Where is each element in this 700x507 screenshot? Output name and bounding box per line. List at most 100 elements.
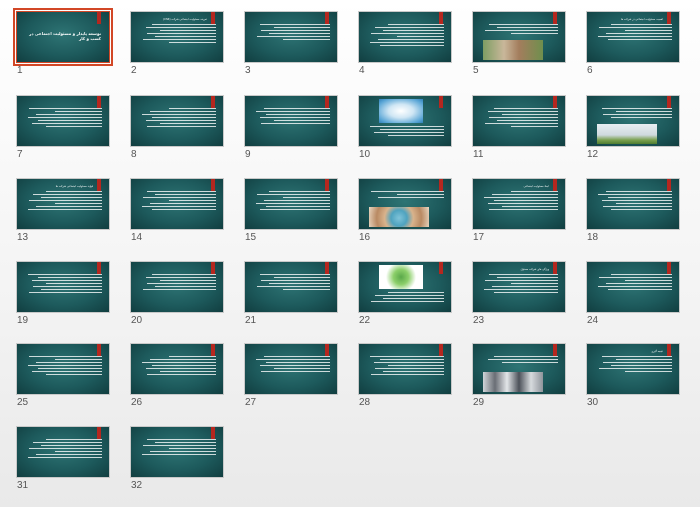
slide-thumbnail[interactable] <box>586 261 680 313</box>
slide-thumbnail[interactable] <box>16 95 110 147</box>
slide-thumbnail[interactable] <box>16 261 110 313</box>
slide-thumbnail-cell: 5 <box>472 11 566 76</box>
slide-thumbnail-cell: 12 <box>586 95 680 160</box>
slide-text-lines <box>366 292 444 304</box>
accent-tab <box>97 96 101 108</box>
slide-text-lines <box>594 356 672 374</box>
accent-tab <box>97 262 101 274</box>
slide-thumbnail[interactable] <box>16 343 110 395</box>
slide-thumbnail[interactable] <box>244 343 338 395</box>
accent-tab <box>325 179 329 191</box>
slide-thumbnail[interactable]: اهمیت مسئولیت اجتماعی در شرکت ها <box>586 11 680 63</box>
slide-thumbnail[interactable] <box>244 11 338 63</box>
slide-thumbnail-cell: 18 <box>586 178 680 243</box>
slide-thumbnail[interactable]: تعریف مسئولیت اجتماعی شرکت (CSR) <box>130 11 224 63</box>
slide-heading-text: اهمیت مسئولیت اجتماعی در شرکت ها <box>620 18 663 21</box>
accent-tab <box>667 179 671 191</box>
slide-thumbnail[interactable] <box>130 95 224 147</box>
slide-thumbnail[interactable] <box>358 178 452 230</box>
slide-thumbnail-cell: ابعاد مسئولیت اجتماعی 17 <box>472 178 566 243</box>
hands-plant-photo <box>483 40 543 60</box>
slide-thumbnail[interactable]: توسعه پایدار و مسئولیت اجتماعی در کسب و … <box>13 8 113 66</box>
slide-number: 19 <box>17 315 29 326</box>
accent-tab <box>97 12 101 24</box>
slide-heading-text: تعریف مسئولیت اجتماعی شرکت (CSR) <box>163 18 207 21</box>
accent-tab <box>553 179 557 191</box>
slide-thumbnail[interactable] <box>472 11 566 63</box>
slide-text-lines <box>138 274 216 292</box>
slide-thumbnail[interactable] <box>244 178 338 230</box>
slide-thumbnail[interactable] <box>358 261 452 313</box>
slide-thumbnail[interactable] <box>244 95 338 147</box>
slide-number: 11 <box>473 149 484 160</box>
slide-thumbnail-cell: 7 <box>16 95 110 160</box>
slide-number: 2 <box>131 65 137 76</box>
slide-thumbnail[interactable] <box>16 426 110 478</box>
slide-text-lines <box>366 356 444 377</box>
slide-thumbnail[interactable] <box>358 11 452 63</box>
slide-thumbnail[interactable] <box>358 95 452 147</box>
slide-heading-text: فواید مسئولیت اجتماعی شرکت ها <box>55 185 93 188</box>
slide-thumbnail[interactable] <box>130 343 224 395</box>
accent-tab <box>97 427 101 439</box>
slide-thumbnail[interactable]: ویژگی های شرکت مسئول <box>472 261 566 313</box>
accent-tab <box>439 179 443 191</box>
slide-number: 6 <box>587 65 593 76</box>
slide-text-lines <box>252 108 330 126</box>
slide-thumbnail[interactable]: فواید مسئولیت اجتماعی شرکت ها <box>16 178 110 230</box>
accent-tab <box>211 179 215 191</box>
slide-text-lines <box>24 274 102 295</box>
slide-thumbnail-cell: 31 <box>16 426 110 491</box>
slide-heading-text: ویژگی های شرکت مسئول <box>520 268 549 271</box>
slide-thumbnail-cell: تعریف مسئولیت اجتماعی شرکت (CSR) 2 <box>130 11 224 76</box>
slide-number: 24 <box>587 315 599 326</box>
slide-thumbnail[interactable]: نتیجه گیری <box>586 343 680 395</box>
slide-thumbnail[interactable] <box>586 178 680 230</box>
slide-number: 28 <box>359 397 371 408</box>
slide-number: 32 <box>131 480 143 491</box>
slide-thumbnail-cell: ویژگی های شرکت مسئول 23 <box>472 261 566 326</box>
slide-thumbnail-cell: 9 <box>244 95 338 160</box>
slide-thumbnail-cell: نتیجه گیری 30 <box>586 343 680 408</box>
slide-number: 13 <box>17 232 29 243</box>
slide-number: 15 <box>245 232 257 243</box>
slide-thumbnail[interactable]: ابعاد مسئولیت اجتماعی <box>472 178 566 230</box>
slide-thumbnail-cell: 4 <box>358 11 452 76</box>
slide-number: 14 <box>131 232 143 243</box>
slide-text-lines <box>138 108 216 129</box>
slide-thumbnail[interactable] <box>586 95 680 147</box>
slide-thumbnail[interactable] <box>472 95 566 147</box>
slide-text-lines <box>366 24 444 48</box>
slide-text-lines <box>366 191 444 200</box>
slide-number: 17 <box>473 232 485 243</box>
slide-number: 21 <box>245 315 257 326</box>
accent-tab <box>553 262 557 274</box>
slide-thumbnail-cell: 19 <box>16 261 110 326</box>
slide-text-lines <box>480 356 558 365</box>
slide-text-lines <box>138 439 216 457</box>
accent-tab <box>325 262 329 274</box>
slide-thumbnail-cell: 24 <box>586 261 680 326</box>
slide-thumbnail-cell: توسعه پایدار و مسئولیت اجتماعی در کسب و … <box>13 8 113 76</box>
slide-number: 10 <box>359 149 371 160</box>
slide-thumbnail-cell: 32 <box>130 426 224 491</box>
slide-text-lines <box>252 274 330 292</box>
slide-thumbnail-cell: 27 <box>244 343 338 408</box>
slide-number: 20 <box>131 315 143 326</box>
slide-thumbnail-cell: 16 <box>358 178 452 243</box>
slide-thumbnail[interactable] <box>130 261 224 313</box>
accent-tab <box>553 12 557 24</box>
accent-tab <box>211 12 215 24</box>
slide-thumbnail[interactable] <box>472 343 566 395</box>
slide-thumbnail[interactable] <box>130 426 224 478</box>
slide-thumbnail-cell: 20 <box>130 261 224 326</box>
slide-number: 5 <box>473 65 479 76</box>
slide-thumbnail[interactable] <box>130 178 224 230</box>
slide-number: 23 <box>473 315 485 326</box>
slide-heading-text: نتیجه گیری <box>651 350 663 353</box>
accent-tab <box>97 179 101 191</box>
slide-thumbnail-cell: 11 <box>472 95 566 160</box>
slide-thumbnail[interactable] <box>358 343 452 395</box>
slide-thumbnail-cell: 3 <box>244 11 338 76</box>
slide-thumbnail[interactable] <box>244 261 338 313</box>
